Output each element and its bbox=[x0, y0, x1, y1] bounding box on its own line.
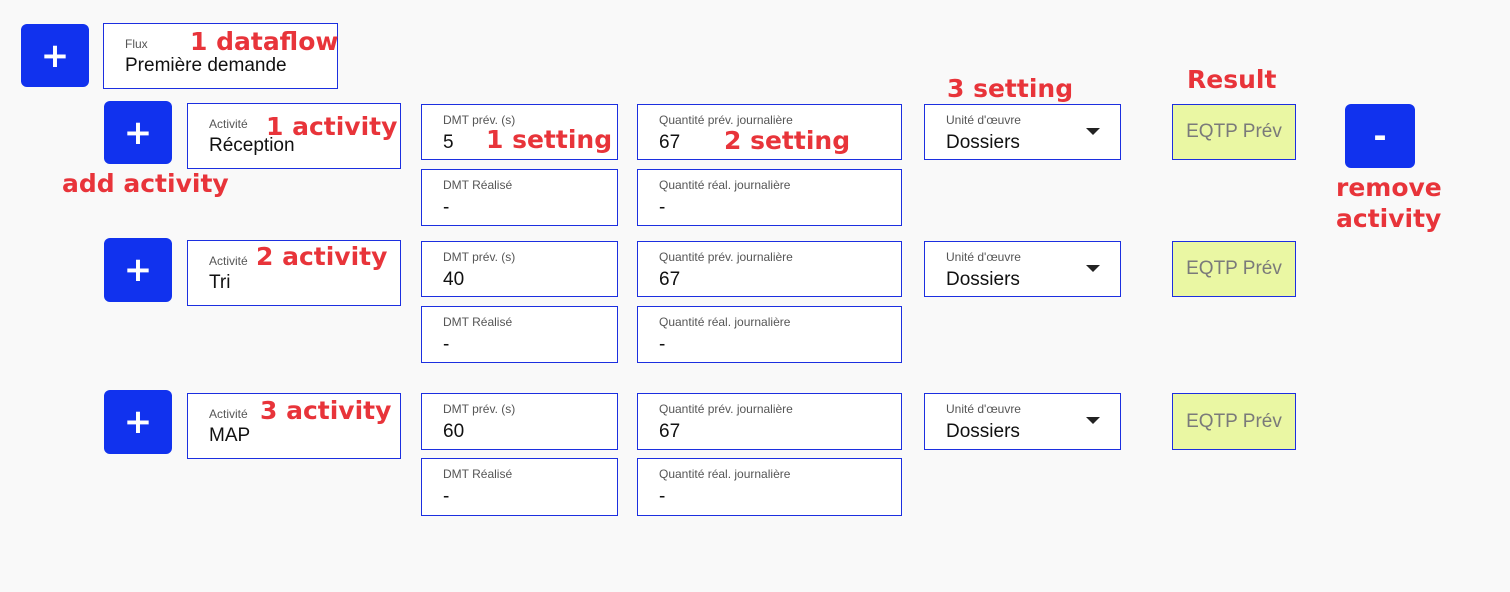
qty-prev-field[interactable]: Quantité prév. journalière 67 bbox=[637, 393, 902, 450]
dmt-prev-label: DMT prév. (s) bbox=[443, 250, 516, 264]
unit-select[interactable]: Unité d'œuvre Dossiers bbox=[924, 393, 1121, 450]
unit-select-value: Dossiers bbox=[946, 421, 1020, 442]
eqtp-result: EQTP Prév bbox=[1172, 241, 1296, 297]
annotation-activity-2: 2 activity bbox=[256, 242, 388, 271]
annotation-add-activity: add activity bbox=[62, 169, 229, 198]
dmt-real-field[interactable]: DMT Réalisé - bbox=[421, 306, 618, 363]
dmt-prev-field[interactable]: DMT prév. (s) 60 bbox=[421, 393, 618, 450]
eqtp-result: EQTP Prév bbox=[1172, 393, 1296, 450]
qty-prev-value: 67 bbox=[659, 132, 681, 153]
qty-real-value: - bbox=[659, 486, 666, 507]
qty-real-label: Quantité réal. journalière bbox=[659, 178, 791, 192]
qty-real-value: - bbox=[659, 197, 666, 218]
unit-select-label: Unité d'œuvre bbox=[946, 250, 1021, 264]
unit-select-label: Unité d'œuvre bbox=[946, 113, 1021, 127]
eqtp-result: EQTP Prév bbox=[1172, 104, 1296, 160]
qty-prev-field[interactable]: Quantité prév. journalière 67 bbox=[637, 241, 902, 297]
activity-field-label: Activité bbox=[209, 254, 248, 268]
dmt-prev-value: 5 bbox=[443, 132, 454, 153]
add-activity-button[interactable]: + bbox=[104, 238, 172, 302]
annotation-setting-2: 2 setting bbox=[724, 126, 851, 155]
qty-real-label: Quantité réal. journalière bbox=[659, 315, 791, 329]
annotation-remove-activity-line1: remove bbox=[1336, 173, 1442, 202]
qty-real-field[interactable]: Quantité réal. journalière - bbox=[637, 458, 902, 516]
dmt-prev-value: 40 bbox=[443, 269, 465, 290]
unit-select[interactable]: Unité d'œuvre Dossiers bbox=[924, 104, 1121, 160]
qty-real-value: - bbox=[659, 334, 666, 355]
unit-select-value: Dossiers bbox=[946, 269, 1020, 290]
dmt-real-value: - bbox=[443, 486, 450, 507]
dmt-real-field[interactable]: DMT Réalisé - bbox=[421, 458, 618, 516]
qty-prev-value: 67 bbox=[659, 421, 681, 442]
flow-field-label: Flux bbox=[125, 37, 148, 51]
dmt-prev-label: DMT prév. (s) bbox=[443, 402, 516, 416]
dmt-real-field[interactable]: DMT Réalisé - bbox=[421, 169, 618, 226]
annotation-setting-1: 1 setting bbox=[486, 125, 613, 154]
unit-select-label: Unité d'œuvre bbox=[946, 402, 1021, 416]
annotation-result: Result bbox=[1187, 65, 1277, 94]
annotation-activity-3: 3 activity bbox=[260, 396, 392, 425]
annotation-remove-activity-line2: activity bbox=[1336, 204, 1442, 233]
annotation-activity-1: 1 activity bbox=[266, 112, 398, 141]
qty-prev-label: Quantité prév. journalière bbox=[659, 402, 793, 416]
dmt-prev-value: 60 bbox=[443, 421, 465, 442]
add-activity-button[interactable]: + bbox=[104, 101, 172, 164]
qty-real-field[interactable]: Quantité réal. journalière - bbox=[637, 306, 902, 363]
dmt-real-value: - bbox=[443, 197, 450, 218]
dmt-prev-field[interactable]: DMT prév. (s) 40 bbox=[421, 241, 618, 297]
remove-activity-button[interactable]: - bbox=[1345, 104, 1415, 168]
activity-field-value: MAP bbox=[209, 425, 251, 446]
annotation-dataflow: 1 dataflow bbox=[190, 27, 339, 56]
add-activity-button[interactable]: + bbox=[104, 390, 172, 454]
add-flow-button[interactable]: + bbox=[21, 24, 89, 87]
qty-prev-label: Quantité prév. journalière bbox=[659, 250, 793, 264]
chevron-down-icon[interactable] bbox=[1086, 265, 1100, 272]
qty-prev-value: 67 bbox=[659, 269, 681, 290]
qty-real-label: Quantité réal. journalière bbox=[659, 467, 791, 481]
flow-field-value: Première demande bbox=[125, 55, 287, 76]
activity-field-value: Tri bbox=[209, 272, 231, 293]
unit-select[interactable]: Unité d'œuvre Dossiers bbox=[924, 241, 1121, 297]
activity-field-label: Activité bbox=[209, 407, 248, 421]
chevron-down-icon[interactable] bbox=[1086, 128, 1100, 135]
activity-field-label: Activité bbox=[209, 117, 248, 131]
dmt-real-label: DMT Réalisé bbox=[443, 315, 513, 329]
dmt-real-value: - bbox=[443, 334, 450, 355]
unit-select-value: Dossiers bbox=[946, 132, 1020, 153]
annotation-setting-3: 3 setting bbox=[947, 74, 1074, 103]
dmt-real-label: DMT Réalisé bbox=[443, 178, 513, 192]
chevron-down-icon[interactable] bbox=[1086, 417, 1100, 424]
dmt-real-label: DMT Réalisé bbox=[443, 467, 513, 481]
qty-real-field[interactable]: Quantité réal. journalière - bbox=[637, 169, 902, 226]
